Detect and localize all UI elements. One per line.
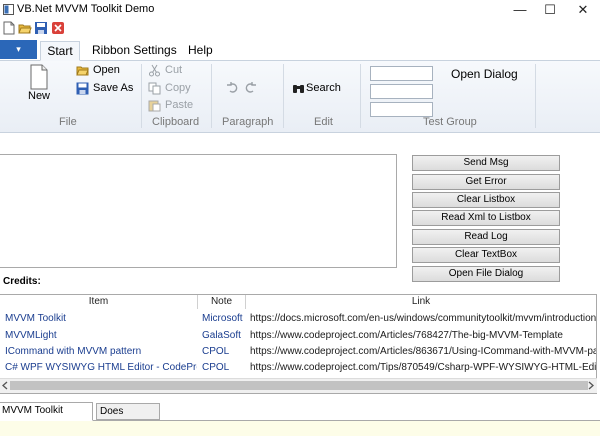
group-separator bbox=[535, 64, 536, 128]
copy-button[interactable]: Copy bbox=[165, 82, 191, 94]
group-label-file: File bbox=[59, 116, 77, 128]
tab-does-nothing[interactable]: Does Nothing bbox=[96, 403, 160, 433]
cell-item[interactable]: MVVMLight bbox=[5, 330, 195, 341]
open-dialog-button[interactable]: Open Dialog bbox=[451, 67, 518, 81]
group-separator bbox=[283, 64, 284, 128]
clear-textbox-button[interactable]: Clear TextBox bbox=[412, 247, 560, 263]
minimize-button[interactable]: — bbox=[505, 0, 535, 20]
group-separator bbox=[360, 64, 361, 128]
column-header-note[interactable]: Note bbox=[198, 295, 246, 309]
scroll-left-icon[interactable] bbox=[1, 381, 8, 390]
cell-link[interactable]: https://www.codeproject.com/Tips/870549/… bbox=[250, 362, 596, 373]
close-doc-icon[interactable] bbox=[51, 21, 65, 35]
new-file-icon bbox=[30, 64, 48, 90]
maximize-button[interactable]: ☐ bbox=[535, 0, 565, 20]
group-label-clipboard: Clipboard bbox=[152, 116, 200, 128]
binoculars-icon bbox=[293, 85, 304, 93]
read-log-button[interactable]: Read Log bbox=[412, 229, 560, 245]
new-document-icon[interactable] bbox=[2, 21, 16, 35]
quick-access-toolbar bbox=[0, 20, 600, 38]
tab-start[interactable]: Start bbox=[40, 41, 80, 61]
group-label-edit: Edit bbox=[314, 116, 333, 128]
open-folder-icon bbox=[76, 66, 89, 76]
app-icon bbox=[3, 4, 14, 15]
credits-label: Credits: bbox=[3, 276, 41, 287]
redo-icon[interactable] bbox=[244, 81, 257, 94]
get-error-button[interactable]: Get Error bbox=[412, 174, 560, 190]
save-as-button[interactable]: Save As bbox=[93, 82, 133, 94]
cell-item[interactable]: C# WPF WYSIWYG HTML Editor - CodeProject bbox=[5, 362, 197, 373]
test-textbox-1[interactable] bbox=[370, 66, 433, 81]
cell-note[interactable]: GalaSoft bbox=[202, 330, 246, 341]
open-file-dialog-button[interactable]: Open File Dialog bbox=[412, 266, 560, 282]
column-header-link[interactable]: Link bbox=[246, 295, 596, 309]
cut-button[interactable]: Cut bbox=[165, 64, 182, 76]
save-icon[interactable] bbox=[34, 21, 48, 35]
tab-ribbon-settings[interactable]: Ribbon Settings bbox=[84, 41, 185, 61]
application-menu-button[interactable]: ▾ bbox=[0, 40, 37, 59]
cell-note[interactable]: CPOL bbox=[202, 362, 246, 373]
test-textbox-2[interactable] bbox=[370, 84, 433, 99]
tab-help[interactable]: Help bbox=[180, 41, 221, 61]
scrollbar-thumb[interactable] bbox=[10, 381, 588, 390]
cell-link[interactable]: https://www.codeproject.com/Articles/863… bbox=[250, 346, 596, 357]
cell-item[interactable]: ICommand with MVVM pattern bbox=[5, 346, 195, 357]
test-textbox-3[interactable] bbox=[370, 102, 433, 117]
cell-note[interactable]: Microsoft bbox=[202, 313, 246, 324]
read-xml-button[interactable]: Read Xml to Listbox bbox=[412, 210, 560, 226]
cell-note[interactable]: CPOL bbox=[202, 346, 246, 357]
title-bar: VB.Net MVVM Toolkit Demo — ☐ ✕ bbox=[0, 0, 600, 20]
group-label-test-group: Test Group bbox=[423, 116, 477, 128]
undo-icon[interactable] bbox=[226, 81, 239, 94]
column-header-item[interactable]: Item bbox=[0, 295, 198, 309]
window-title: VB.Net MVVM Toolkit Demo bbox=[17, 3, 155, 15]
cell-link[interactable]: https://www.codeproject.com/Articles/768… bbox=[250, 330, 596, 341]
new-button[interactable]: New bbox=[28, 90, 50, 102]
scroll-right-icon[interactable] bbox=[588, 381, 595, 390]
copy-icon bbox=[148, 82, 161, 95]
group-separator bbox=[141, 64, 142, 128]
close-button[interactable]: ✕ bbox=[568, 0, 598, 20]
message-textbox[interactable] bbox=[0, 154, 397, 268]
cell-item[interactable]: MVVM Toolkit bbox=[5, 313, 195, 324]
cut-icon bbox=[149, 64, 160, 77]
chevron-down-icon: ▾ bbox=[16, 44, 21, 54]
paste-icon bbox=[148, 100, 161, 112]
open-button[interactable]: Open bbox=[93, 64, 120, 76]
send-msg-button[interactable]: Send Msg bbox=[412, 155, 560, 171]
tab-content-area bbox=[0, 421, 600, 436]
save-as-icon bbox=[76, 82, 89, 95]
paste-button[interactable]: Paste bbox=[165, 99, 193, 111]
search-button[interactable]: Search bbox=[306, 82, 341, 94]
open-folder-icon[interactable] bbox=[18, 21, 32, 35]
tab-mvvm-toolkit-testing[interactable]: MVVM Toolkit Testing bbox=[0, 402, 93, 432]
group-separator bbox=[211, 64, 212, 128]
cell-link[interactable]: https://docs.microsoft.com/en-us/windows… bbox=[250, 313, 596, 324]
clear-listbox-button[interactable]: Clear Listbox bbox=[412, 192, 560, 208]
group-label-paragraph: Paragraph bbox=[222, 116, 274, 128]
